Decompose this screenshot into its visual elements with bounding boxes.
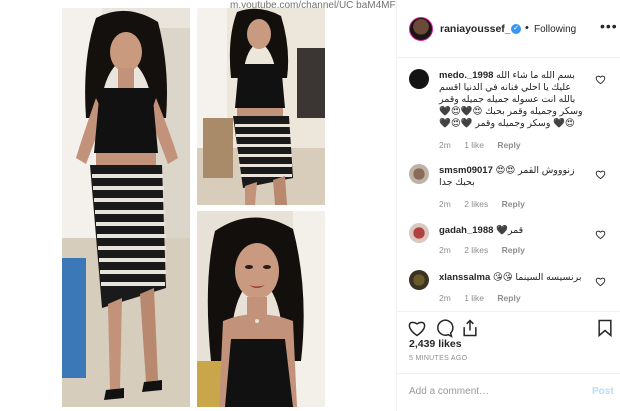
share-icon[interactable] [460, 318, 480, 338]
comment-time: 2m [439, 140, 451, 150]
post-header: raniayoussef_ ✓ • Following ••• [397, 0, 620, 58]
author-username[interactable]: raniayoussef_ [440, 23, 511, 35]
comment-like-count[interactable]: 1 like [464, 140, 484, 150]
comment-text: xlanssalma برنسيسه السينما 😘😘 [439, 272, 589, 284]
comment-meta: 2m 2 likes Reply [439, 245, 536, 255]
comment-reply-button[interactable]: Reply [497, 293, 520, 303]
comment-like-count[interactable]: 2 likes [464, 199, 488, 209]
comment-username[interactable]: smsm09017 [439, 165, 493, 176]
author-avatar[interactable] [409, 17, 433, 41]
comment-input[interactable] [409, 386, 569, 397]
comment-reply-button[interactable]: Reply [502, 199, 525, 209]
photo-mirror-pose [197, 8, 325, 205]
comment-text: medo._1998 بسم الله ما شاء الله عليك يا … [439, 70, 589, 130]
post-comment-button[interactable]: Post [592, 386, 614, 397]
comment-time: 2m [439, 293, 451, 303]
heart-icon[interactable] [407, 318, 427, 338]
bookmark-icon[interactable] [595, 318, 615, 338]
comment-like-count[interactable]: 1 like [464, 293, 484, 303]
comment-avatar[interactable] [409, 164, 429, 184]
comment-time: 2m [439, 245, 451, 255]
comment-meta: 2m 1 like Reply [439, 293, 532, 303]
comment-avatar[interactable] [409, 270, 429, 290]
comment-text: gadah_1988 قمر🖤 [439, 225, 589, 237]
post-details-panel: raniayoussef_ ✓ • Following ••• medo._19… [396, 0, 620, 411]
comment-username[interactable]: medo._1998 [439, 70, 493, 81]
comment-like-heart-icon[interactable] [595, 229, 606, 240]
header-separator-dot: • [525, 22, 529, 34]
comment-like-heart-icon[interactable] [595, 276, 606, 287]
comment-bubble-icon[interactable] [434, 318, 454, 338]
verified-badge-icon: ✓ [511, 24, 521, 34]
post-timestamp: 5 MINUTES AGO [409, 355, 468, 362]
comment-like-heart-icon[interactable] [595, 74, 606, 85]
comment-meta: 2m 1 like Reply [439, 140, 532, 150]
comment-avatar[interactable] [409, 223, 429, 243]
photo-portrait [197, 211, 325, 407]
comment-username[interactable]: gadah_1988 [439, 225, 493, 236]
more-options-icon[interactable]: ••• [600, 18, 618, 34]
comment-meta: 2m 2 likes Reply [439, 199, 536, 209]
following-button[interactable]: Following [534, 24, 576, 35]
comment-body: برنسيسه السينما 😘😘 [492, 272, 582, 283]
post-media[interactable]: m.youtube.com/channel/UC baM4MFxB0dm7dp-… [0, 0, 475, 411]
photo-full-length [62, 8, 190, 407]
comment-avatar[interactable] [409, 69, 429, 89]
comment-time: 2m [439, 199, 451, 209]
comment-like-heart-icon[interactable] [595, 169, 606, 180]
like-count[interactable]: 2,439 likes [409, 338, 462, 350]
comment-text: smsm09017 زنوووش القمر 😍😍 بحبك جدا [439, 165, 589, 189]
comment-body: قمر🖤 [496, 225, 524, 236]
comment-like-count[interactable]: 2 likes [464, 245, 488, 255]
comment-reply-button[interactable]: Reply [497, 140, 520, 150]
comment-username[interactable]: xlanssalma [439, 272, 490, 283]
add-comment-bar: Post [397, 373, 620, 411]
comment-reply-button[interactable]: Reply [502, 245, 525, 255]
